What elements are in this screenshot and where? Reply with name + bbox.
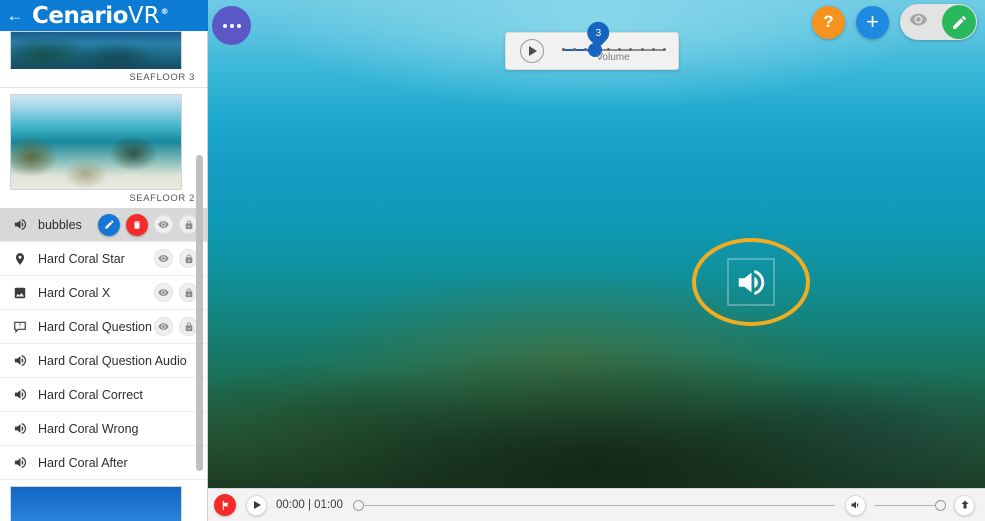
arrow-up-icon[interactable] bbox=[954, 494, 975, 516]
audio-icon bbox=[734, 265, 768, 299]
timeline-volume-slider[interactable] bbox=[874, 489, 946, 521]
pencil-icon[interactable] bbox=[942, 5, 976, 39]
scene-thumbnail-item[interactable]: SEAFLOOR 3 bbox=[0, 31, 207, 87]
timeline-play-button[interactable] bbox=[246, 494, 267, 516]
timeline-right-controls bbox=[845, 489, 975, 521]
dot-icon bbox=[222, 23, 227, 28]
selected-audio-object[interactable] bbox=[692, 238, 810, 326]
delete-layer-button[interactable] bbox=[126, 213, 148, 236]
preview-edit-mode-toggle[interactable] bbox=[900, 4, 977, 40]
time-display: 00:00 | 01:00 bbox=[276, 499, 343, 511]
speaker-icon[interactable] bbox=[845, 494, 866, 516]
svg-text:?: ? bbox=[19, 323, 22, 329]
eye-icon[interactable] bbox=[909, 10, 928, 34]
sidebar-scrollbar-track[interactable] bbox=[196, 31, 205, 521]
layer-row-hard-coral-correct[interactable]: Hard Coral Correct bbox=[0, 378, 207, 412]
timeline-scrubber[interactable] bbox=[352, 489, 835, 521]
layer-name: Hard Coral X bbox=[38, 285, 111, 300]
pin-icon bbox=[10, 249, 30, 269]
more-options-button[interactable] bbox=[212, 6, 251, 45]
scene-thumbnail-image[interactable] bbox=[10, 31, 182, 69]
brand-name-second: VR bbox=[127, 2, 160, 29]
visibility-toggle-icon[interactable] bbox=[154, 249, 173, 268]
brand-registered-mark: ® bbox=[160, 6, 169, 16]
slider-value: 3 bbox=[595, 27, 601, 39]
scene-viewport[interactable] bbox=[208, 0, 985, 488]
layer-name: Hard Coral Question Audio bbox=[38, 353, 187, 368]
audio-icon bbox=[10, 215, 30, 235]
volume-slider-label: Volume bbox=[596, 52, 630, 63]
object-bounding-box bbox=[727, 258, 775, 306]
scene-artwork bbox=[11, 487, 181, 521]
layer-row-hard-coral-wrong[interactable]: Hard Coral Wrong bbox=[0, 412, 207, 446]
layer-name: Hard Coral Correct bbox=[38, 387, 143, 402]
layer-name: bubbles bbox=[38, 217, 82, 232]
layer-name: Hard Coral Question bbox=[38, 319, 152, 334]
preview-play-button[interactable] bbox=[520, 39, 544, 63]
play-icon bbox=[529, 46, 537, 56]
app-header: ← Cenario VR ® bbox=[0, 0, 208, 31]
layer-row-hard-coral-after[interactable]: Hard Coral After bbox=[0, 446, 207, 480]
brand-name-first: Cenario bbox=[32, 2, 128, 29]
layer-row-hard-coral-question[interactable]: ? Hard Coral Question bbox=[0, 310, 207, 344]
scene-layers-sidebar: SEAFLOOR 3 SEAFLOOR 2 bubbles Hard Coral… bbox=[0, 31, 208, 521]
question-bubble-icon: ? bbox=[10, 317, 30, 337]
audio-icon bbox=[10, 453, 30, 473]
volume-popup[interactable]: 3 Volume bbox=[505, 17, 679, 70]
visibility-toggle-icon[interactable] bbox=[154, 283, 173, 302]
plus-icon: + bbox=[866, 9, 879, 34]
app-root: ← Cenario VR ® SEAFLOOR 3 SEAFLOOR 2 bub… bbox=[0, 0, 985, 521]
image-icon bbox=[10, 283, 30, 303]
layer-row-bubbles[interactable]: bubbles bbox=[0, 208, 207, 242]
scrubber-thumb[interactable] bbox=[352, 499, 364, 511]
layer-name: Hard Coral Star bbox=[38, 251, 125, 266]
help-label: ? bbox=[823, 12, 834, 31]
layer-row-hard-coral-x[interactable]: Hard Coral X bbox=[0, 276, 207, 310]
layer-name: Hard Coral After bbox=[38, 455, 128, 470]
play-icon bbox=[254, 501, 261, 509]
volume-slider[interactable]: 3 Volume bbox=[562, 17, 666, 70]
visibility-toggle-icon[interactable] bbox=[154, 215, 173, 234]
scene-label: SEAFLOOR 2 bbox=[129, 193, 195, 204]
layer-name: Hard Coral Wrong bbox=[38, 421, 139, 436]
add-button[interactable]: + bbox=[856, 5, 889, 39]
sidebar-scrollbar-thumb[interactable] bbox=[196, 155, 203, 471]
dot-icon bbox=[229, 23, 234, 28]
layer-list: bubbles Hard Coral Star Hard Coral X ? H… bbox=[0, 208, 207, 480]
dot-icon bbox=[236, 23, 241, 28]
scene-artwork bbox=[11, 95, 181, 189]
audio-icon bbox=[10, 385, 30, 405]
scene-thumbnail-image[interactable] bbox=[10, 486, 182, 521]
layer-row-hard-coral-question-audio[interactable]: Hard Coral Question Audio bbox=[0, 344, 207, 378]
timeline-bar: 00:00 | 01:00 bbox=[208, 488, 985, 521]
help-button[interactable]: ? bbox=[812, 5, 845, 39]
audio-icon bbox=[10, 351, 30, 371]
layer-row-actions bbox=[98, 213, 207, 236]
scene-thumbnail-image[interactable] bbox=[10, 94, 182, 190]
top-right-controls: ? + bbox=[812, 4, 977, 40]
volume-thumb[interactable] bbox=[935, 499, 946, 511]
edit-layer-button[interactable] bbox=[98, 213, 120, 236]
scene-thumbnail-item[interactable]: SEAFLOOR 2 bbox=[0, 94, 207, 208]
scene-thumbnail-item[interactable] bbox=[0, 486, 207, 521]
scene-artwork bbox=[11, 32, 181, 69]
divider bbox=[0, 87, 207, 88]
scrubber-rail bbox=[358, 504, 835, 506]
visibility-toggle-icon[interactable] bbox=[154, 317, 173, 336]
audio-icon bbox=[10, 419, 30, 439]
flag-button[interactable] bbox=[214, 494, 236, 516]
scene-label: SEAFLOOR 3 bbox=[129, 72, 195, 83]
back-arrow-icon[interactable]: ← bbox=[0, 0, 30, 31]
layer-row-hard-coral-star[interactable]: Hard Coral Star bbox=[0, 242, 207, 276]
brand-logo[interactable]: Cenario VR ® bbox=[32, 2, 169, 29]
